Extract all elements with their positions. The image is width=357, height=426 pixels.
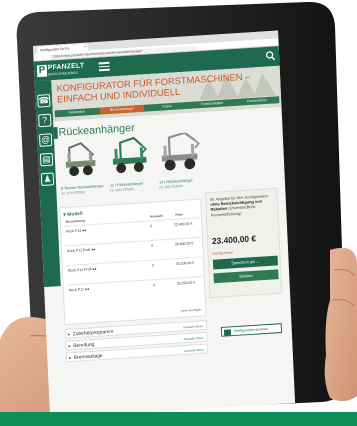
search-icon[interactable] [265, 50, 276, 61]
info-icon[interactable]: ? [38, 113, 52, 128]
accordion-label: Zubehörprogramm [72, 328, 114, 338]
person-icon[interactable]: ♟ [40, 172, 55, 187]
table-row[interactable]: Rück P13 Profi ●● 0 30.100,00 € [65, 256, 203, 276]
send-button[interactable]: Senden [213, 269, 279, 284]
accordion-link[interactable]: Auswahl öffnen [184, 345, 205, 356]
table-row[interactable]: Rück P17 ●● 0 35.200,00 € [66, 276, 204, 296]
panel-header[interactable]: ▾ Modell [63, 211, 83, 218]
option-price: 35.200,00 € [176, 280, 196, 286]
option-count[interactable]: 0 [152, 263, 154, 267]
chevron-right-icon: ▸ [68, 355, 72, 362]
option-count[interactable]: 0 [150, 224, 152, 228]
option-count[interactable]: 0 [151, 244, 153, 248]
chevron-right-icon: ▸ [67, 331, 71, 338]
model-options-panel: ▾ Modell Bezeichnung Auswahl Preis Rück … [59, 198, 207, 326]
print-configuration-label: Konfiguration drucken [233, 326, 269, 334]
printer-icon [223, 328, 232, 336]
option-name: Rück P11 ●● [66, 228, 87, 234]
tablet-screen: Konfigurator für Fo × ← → ↻ https://www.… [33, 30, 296, 419]
phone-icon[interactable]: ☎ [37, 94, 51, 108]
model-card[interactable]: 14 t Rückeanhänger Nr. 1184 PZ5000 [157, 131, 205, 192]
close-icon[interactable]: × [84, 45, 86, 49]
option-price: 26.800,00 € [174, 241, 194, 247]
model-card[interactable]: 11 t Rückeanhänger Nr. 1182 PZ4000 [108, 135, 156, 195]
back-icon[interactable]: ← [35, 54, 39, 59]
option-price: 30.100,00 € [175, 260, 195, 266]
section-marker [53, 127, 58, 140]
option-name: Rück P17 ●● [68, 287, 90, 293]
option-count[interactable]: 0 [153, 283, 155, 287]
model-card[interactable]: 9 Tonnen Rückeanhänger Nr. 1170 PZ3000 [59, 138, 107, 198]
accordion-label: Bremsanlage [73, 353, 103, 361]
panel-header-label: Modell [67, 210, 83, 218]
forestry-trailer-image [65, 142, 96, 177]
option-name: Rück P11 Profi ●● [66, 247, 96, 254]
configuration-label: Konfiguration [212, 250, 234, 256]
accordion-link[interactable]: Auswahl öffnen [183, 321, 204, 332]
price-note: Ihr Angebot für Ihre Konfiguration ohne … [210, 193, 276, 217]
logo-subtitle: MASCHINENBAU [47, 70, 79, 77]
option-name: Rück P13 Profi ●● [67, 267, 97, 273]
chevron-right-icon: ▸ [68, 343, 72, 350]
logo-mark[interactable]: P [36, 64, 48, 78]
print-configuration-button[interactable]: Konfiguration drucken [220, 323, 283, 337]
accordion-label: Bereifung [73, 341, 95, 350]
forward-icon[interactable]: → [40, 54, 44, 59]
column-header-selection: Auswahl [149, 213, 163, 219]
accordion-link[interactable]: Auswahl öffnen [183, 333, 204, 344]
bottom-color-strip [0, 412, 357, 426]
column-header-price: Preis [175, 212, 184, 217]
document-icon[interactable]: ▤ [39, 152, 54, 167]
forestry-trailer-image [161, 131, 200, 171]
option-price: 23.400,00 € [173, 221, 193, 227]
price-summary-box: Ihr Angebot für Ihre Konfiguration ohne … [204, 187, 283, 299]
scene: Konfigurator für Fo × ← → ↻ https://www.… [0, 0, 357, 426]
table-row[interactable]: Rück P11 Profi ●● 0 26.800,00 € [64, 236, 202, 257]
column-header-name: Bezeichnung [65, 218, 86, 224]
save-button[interactable]: Speichern als ... [212, 255, 278, 270]
mail-icon[interactable]: @ [39, 133, 53, 147]
forestry-trailer-image [112, 136, 147, 174]
hamburger-menu-icon[interactable] [98, 61, 110, 72]
show-more-link[interactable]: mehr anzeigen [181, 308, 202, 313]
total-price: 23.400,00 € [211, 233, 257, 246]
